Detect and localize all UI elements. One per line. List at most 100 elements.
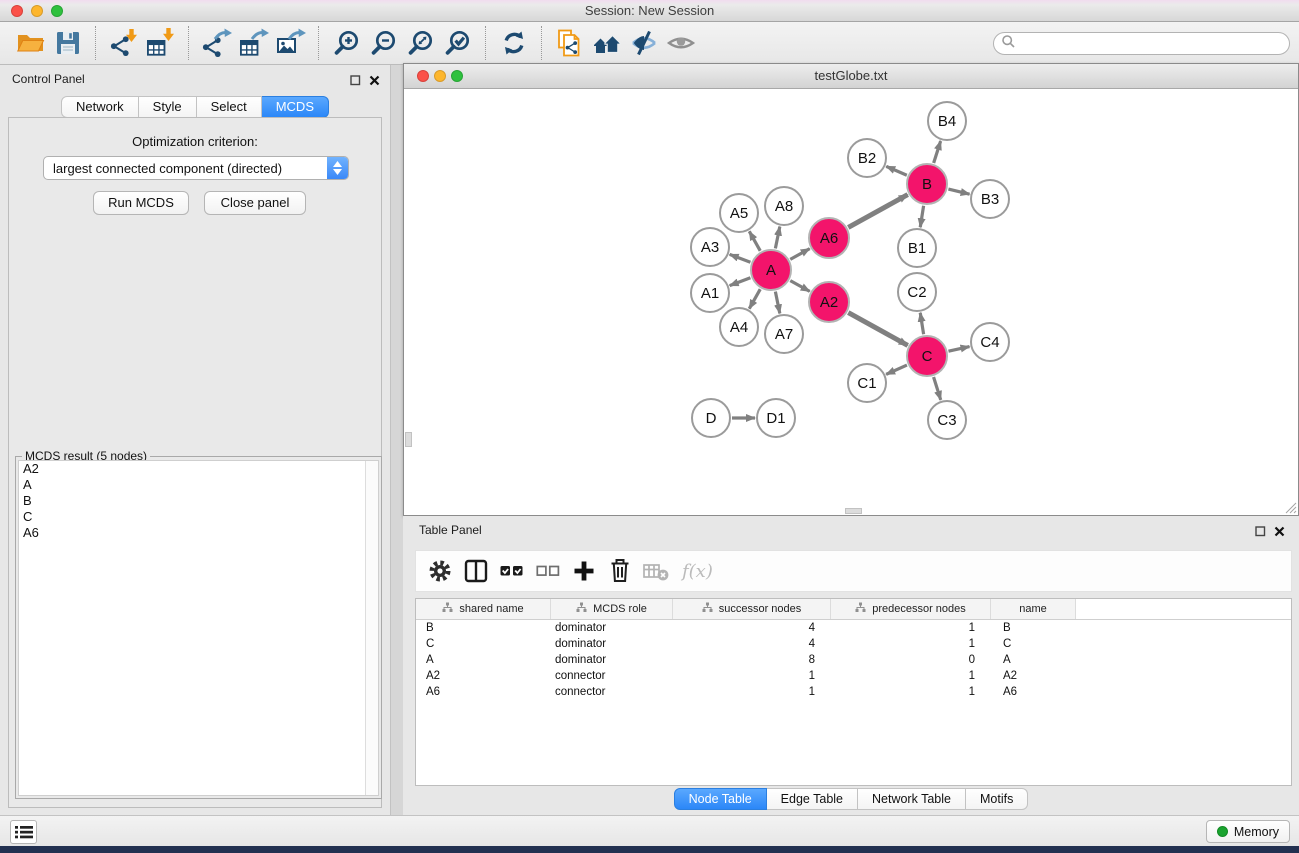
tab-mcds[interactable]: MCDS [262,96,329,118]
search-input[interactable] [1020,35,1289,53]
table-cell[interactable]: 1 [831,684,991,700]
zoom-out-icon[interactable] [365,25,402,62]
graph-node-B[interactable]: B [907,164,947,204]
table-cell[interactable]: A6 [991,684,1076,700]
tab-style[interactable]: Style [139,96,197,118]
save-session-icon[interactable] [49,25,86,62]
graph-edge-A-A2[interactable] [790,281,809,292]
graph-edge-A-A5[interactable] [749,231,760,251]
graph-edge-B-B3[interactable] [948,189,969,194]
graph-node-A6[interactable]: A6 [809,218,849,258]
graph-node-B4[interactable]: B4 [928,102,966,140]
table-row[interactable]: Cdominator41C [416,636,1291,652]
optimization-dropdown[interactable]: largest connected component (directed) [43,156,349,180]
mcds-list-scrollbar[interactable] [365,461,378,795]
close-panel-icon[interactable] [1274,524,1285,542]
graph-node-D1[interactable]: D1 [757,399,795,437]
table-cell[interactable]: B [416,620,551,636]
table-cell[interactable]: A2 [991,668,1076,684]
refresh-icon[interactable] [495,25,532,62]
graph-node-C1[interactable]: C1 [848,364,886,402]
table-cell[interactable]: 1 [673,684,831,700]
canvas-hscroll-thumb[interactable] [845,508,862,514]
mcds-result-item[interactable]: B [19,493,378,509]
table-cell[interactable]: 4 [673,620,831,636]
close-panel-button[interactable]: Close panel [204,191,306,215]
graph-edge-C-C4[interactable] [948,347,969,352]
graph-edge-A-A3[interactable] [730,254,751,262]
column-header-predecessor-nodes[interactable]: predecessor nodes [831,599,991,619]
add-icon[interactable] [566,553,602,589]
graph-node-B2[interactable]: B2 [848,139,886,177]
graph-node-A5[interactable]: A5 [720,194,758,232]
graph-edge-C-C1[interactable] [886,365,907,374]
table-row[interactable]: Adominator80A [416,652,1291,668]
graph-edge-A-A7[interactable] [775,292,779,314]
table-cell[interactable]: 1 [831,668,991,684]
mcds-result-item[interactable]: C [19,509,378,525]
graph-node-A7[interactable]: A7 [765,315,803,353]
network-canvas[interactable]: AA1A2A3A4A5A6A7A8BB1B2B3B4CC1C2C3C4DD1 [404,89,1298,515]
graph-node-C[interactable]: C [907,336,947,376]
mcds-result-item[interactable]: A6 [19,525,378,541]
canvas-vscroll-thumb[interactable] [405,432,412,447]
graph-node-A[interactable]: A [751,250,791,290]
graph-edge-A-A4[interactable] [749,289,760,309]
tab-network[interactable]: Network [61,96,139,118]
import-table-icon[interactable] [142,25,179,62]
column-header-MCDS-role[interactable]: MCDS role [551,599,673,619]
graph-edge-B-B4[interactable] [934,141,941,163]
export-network-icon[interactable] [198,25,235,62]
graph-edge-A-A8[interactable] [775,227,779,249]
float-panel-icon[interactable] [350,73,361,91]
table-cell[interactable]: C [991,636,1076,652]
table-cell[interactable]: B [991,620,1076,636]
tab-edge-table[interactable]: Edge Table [767,788,858,810]
table-cell[interactable]: 1 [831,620,991,636]
export-table-icon[interactable] [235,25,272,62]
delete-icon[interactable] [602,553,638,589]
zoom-fit-icon[interactable] [402,25,439,62]
doc-share-icon[interactable] [551,25,588,62]
graph-edge-A6-B[interactable] [848,195,907,228]
graph-edge-B-B1[interactable] [920,206,923,228]
unselect-all-icon[interactable] [530,553,566,589]
table-cell[interactable]: A [991,652,1076,668]
table-row[interactable]: A6connector11A6 [416,684,1291,700]
table-cell[interactable]: dominator [551,652,673,668]
column-header-name[interactable]: name [991,599,1076,619]
table-cell[interactable]: dominator [551,636,673,652]
float-panel-icon[interactable] [1255,524,1266,542]
graph-node-A8[interactable]: A8 [765,187,803,225]
graph-node-B3[interactable]: B3 [971,180,1009,218]
tab-select[interactable]: Select [197,96,262,118]
graph-edge-B-B2[interactable] [886,166,907,175]
table-row[interactable]: Bdominator41B [416,620,1291,636]
tab-motifs[interactable]: Motifs [966,788,1028,810]
graph-edge-C-C2[interactable] [920,313,923,335]
table-cell[interactable]: 4 [673,636,831,652]
table-row[interactable]: A2connector11A2 [416,668,1291,684]
open-file-icon[interactable] [12,25,49,62]
mcds-result-item[interactable]: A [19,477,378,493]
graph-node-C2[interactable]: C2 [898,273,936,311]
graph-edge-C-C3[interactable] [934,377,941,400]
tab-network-table[interactable]: Network Table [858,788,966,810]
mcds-result-item[interactable]: A2 [19,461,378,477]
close-panel-icon[interactable] [369,73,380,91]
graph-edge-A-A1[interactable] [730,278,751,286]
zoom-selected-icon[interactable] [439,25,476,62]
table-cell[interactable]: A [416,652,551,668]
graph-edge-A-A6[interactable] [790,249,809,260]
search-field[interactable] [993,32,1290,55]
task-history-button[interactable] [10,820,37,844]
graph-node-C3[interactable]: C3 [928,401,966,439]
gear-icon[interactable] [422,553,458,589]
columns-icon[interactable] [458,553,494,589]
zoom-in-icon[interactable] [328,25,365,62]
export-image-icon[interactable] [272,25,309,62]
table-cell[interactable]: dominator [551,620,673,636]
column-header-shared-name[interactable]: shared name [416,599,551,619]
graph-node-A4[interactable]: A4 [720,308,758,346]
hide-details-icon[interactable] [625,25,662,62]
